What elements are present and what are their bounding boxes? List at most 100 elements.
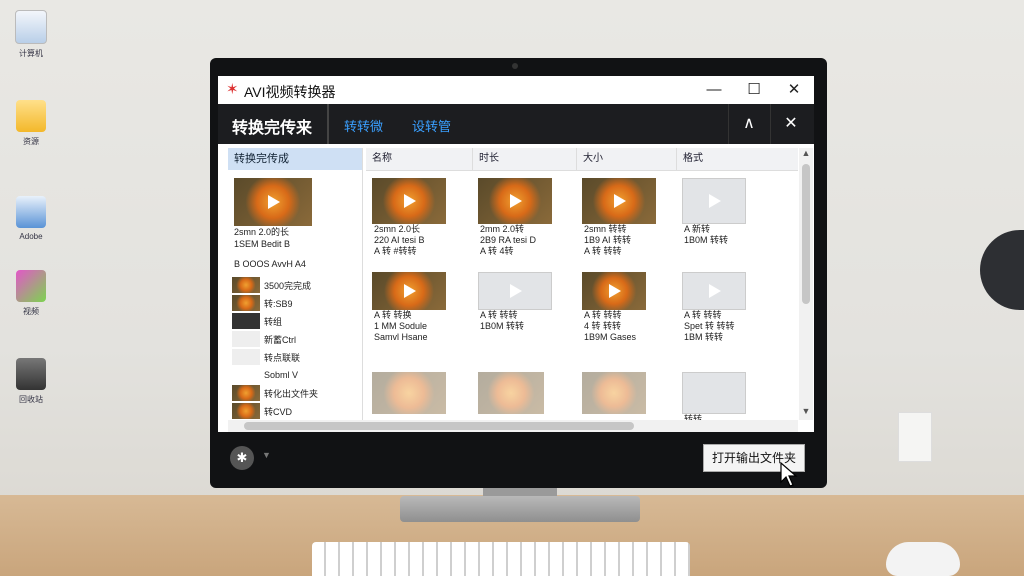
desktop-folder-icon[interactable]: 资源 xyxy=(8,100,54,147)
sidebar-item[interactable]: 3500完完成 xyxy=(232,276,362,294)
horizontal-scroll-thumb[interactable] xyxy=(244,422,634,430)
sidebar-item-line: 2smn 2.0的长 xyxy=(234,227,290,237)
collapse-button[interactable]: ∧ xyxy=(728,104,769,144)
sidebar: 转换完传成 2smn 2.0的长 1SEM Bedit B B OOOS Avv… xyxy=(228,148,363,420)
bottom-bar: ✱ ▼ 打开输出文件夹 xyxy=(218,432,814,482)
window-title: AVI视频转换器 xyxy=(244,84,336,100)
column-duration[interactable]: 时长 xyxy=(472,148,575,170)
keyboard xyxy=(312,542,690,576)
play-icon xyxy=(404,284,416,298)
file-line: 2smn 转转 xyxy=(584,224,627,234)
sidebar-item-label: Sobml V xyxy=(264,370,299,380)
desktop-icon-label: 视频 xyxy=(23,307,39,316)
desktop-drive-icon[interactable]: 回收站 xyxy=(8,358,54,405)
scroll-up-icon[interactable]: ▲ xyxy=(799,148,813,158)
app-window: ✶ AVI视频转换器 — ☐ ✕ 转换完传来 转转微 设转管 ∧ ✕ 转换完传成… xyxy=(218,76,814,432)
chevron-down-icon[interactable]: ▼ xyxy=(262,450,271,460)
maximize-button[interactable]: ☐ xyxy=(734,78,774,102)
file-item[interactable]: 2mm 2.0转 2B9 RA tesi D A 转 4转 xyxy=(478,178,568,257)
file-item[interactable]: A 转 转转 Spet 转 转转 1BM 转转 xyxy=(682,272,772,343)
gear-icon[interactable]: ✱ xyxy=(230,446,254,470)
file-line: A 转 转转 xyxy=(480,310,518,320)
desktop-app-icon[interactable]: 视频 xyxy=(8,270,54,317)
file-line: A 新转 xyxy=(684,224,711,234)
file-item[interactable]: 2smn 转转 1B9 AI 转转 A 转 转转 xyxy=(582,178,672,257)
webcam-icon xyxy=(512,63,518,69)
sidebar-item-line: 1SEM Bedit B xyxy=(234,239,291,249)
file-line: A 转 转换 xyxy=(374,310,412,320)
desktop-icon-label: 计算机 xyxy=(19,49,43,58)
play-icon xyxy=(709,284,721,298)
file-item[interactable] xyxy=(478,372,568,414)
file-line: 1B9M Gases xyxy=(584,332,637,342)
monitor-stand-base xyxy=(400,496,640,522)
file-item[interactable]: A 转 转转 4 转 转转 1B9M Gases xyxy=(582,272,672,343)
sidebar-item[interactable]: 转化出文件夹 xyxy=(232,384,362,402)
app-header: 转换完传来 转转微 设转管 ∧ ✕ xyxy=(218,104,814,144)
sidebar-item[interactable]: 转CVD xyxy=(232,402,362,420)
sidebar-item[interactable]: 转:SB9 xyxy=(232,294,362,312)
column-name[interactable]: 名称 xyxy=(366,148,472,170)
file-line: Spet 转 转转 xyxy=(684,321,735,331)
play-icon xyxy=(614,194,626,208)
horizontal-scrollbar[interactable] xyxy=(228,420,798,432)
file-line: Samvl Hsane xyxy=(374,332,428,342)
file-line: A 转 转转 xyxy=(584,246,622,256)
file-line: 1BM 转转 xyxy=(684,332,724,342)
panel-close-button[interactable]: ✕ xyxy=(770,104,811,144)
tab-settings[interactable]: 设转管 xyxy=(412,116,451,135)
folder-icon xyxy=(682,372,746,414)
play-icon xyxy=(510,194,522,208)
sidebar-item[interactable]: 转点联联 xyxy=(232,348,362,366)
file-line: 2smn 2.0长 xyxy=(374,224,421,234)
wall-switch xyxy=(898,412,932,462)
minimize-button[interactable]: — xyxy=(694,78,734,102)
sidebar-item-label: 转CVD xyxy=(264,406,293,417)
column-size[interactable]: 大小 xyxy=(576,148,679,170)
tab-convert[interactable]: 转转微 xyxy=(344,116,383,135)
sidebar-item-label: 转组 xyxy=(264,316,283,327)
sidebar-video-thumbnail[interactable] xyxy=(234,178,312,226)
desktop-tool-icon[interactable]: Adobe xyxy=(8,196,54,241)
maple-leaf-icon: ✶ xyxy=(226,81,239,98)
file-line: A 转 4转 xyxy=(480,246,514,256)
sidebar-item-label: 新蓄Ctrl xyxy=(264,334,296,345)
desk-lamp xyxy=(980,230,1024,310)
file-item[interactable] xyxy=(582,372,672,414)
file-line: 4 转 转转 xyxy=(584,321,622,331)
mouse-cursor-icon xyxy=(780,462,798,487)
sidebar-item[interactable]: 新蓄Ctrl xyxy=(232,330,362,348)
sidebar-item[interactable]: 转组 xyxy=(232,312,362,330)
file-line: 1B0M 转转 xyxy=(684,235,729,245)
folder-item[interactable]: 转转 xyxy=(682,372,772,425)
vertical-scroll-thumb[interactable] xyxy=(802,164,810,304)
file-grid: 2smn 2.0长 220 AI tesi B A 转 #转转 2mm 2.0转… xyxy=(366,172,798,424)
sidebar-item[interactable]: Sobml V xyxy=(232,366,362,384)
file-item[interactable]: A 转 转换 1 MM Sodule Samvl Hsane xyxy=(372,272,462,343)
file-line: A 转 #转转 xyxy=(374,246,417,256)
title-bar: ✶ AVI视频转换器 — ☐ ✕ xyxy=(218,76,814,105)
sidebar-item-label: 转化出文件夹 xyxy=(264,388,319,399)
file-item[interactable] xyxy=(372,372,462,414)
sidebar-header[interactable]: 转换完传成 xyxy=(228,148,362,170)
file-item[interactable]: 2smn 2.0长 220 AI tesi B A 转 #转转 xyxy=(372,178,462,257)
header-title: 转换完传来 xyxy=(232,120,313,137)
vertical-scrollbar[interactable]: ▲ ▼ xyxy=(799,148,813,420)
column-header-bar: 名称 时长 大小 格式 xyxy=(366,148,798,171)
desktop-icon-label: 资源 xyxy=(23,137,39,146)
close-button[interactable]: ✕ xyxy=(774,78,814,102)
column-format[interactable]: 格式 xyxy=(676,148,793,170)
file-item[interactable]: A 转 转转 1B0M 转转 xyxy=(478,272,568,332)
scroll-down-icon[interactable]: ▼ xyxy=(799,406,813,416)
computer-mouse xyxy=(886,542,960,576)
sidebar-item-label: 转点联联 xyxy=(264,352,301,363)
header-divider xyxy=(327,104,329,144)
file-item[interactable]: A 新转 1B0M 转转 xyxy=(682,178,772,246)
file-line: 2mm 2.0转 xyxy=(480,224,525,234)
sidebar-item-label: 转:SB9 xyxy=(264,298,293,309)
file-line: A 转 转转 xyxy=(684,310,722,320)
sidebar-item-label: 3500完完成 xyxy=(264,280,312,291)
file-line: A 转 转转 xyxy=(584,310,622,320)
desktop-file-icon[interactable]: 计算机 xyxy=(8,10,54,59)
desktop-icon-label: Adobe xyxy=(19,232,43,241)
